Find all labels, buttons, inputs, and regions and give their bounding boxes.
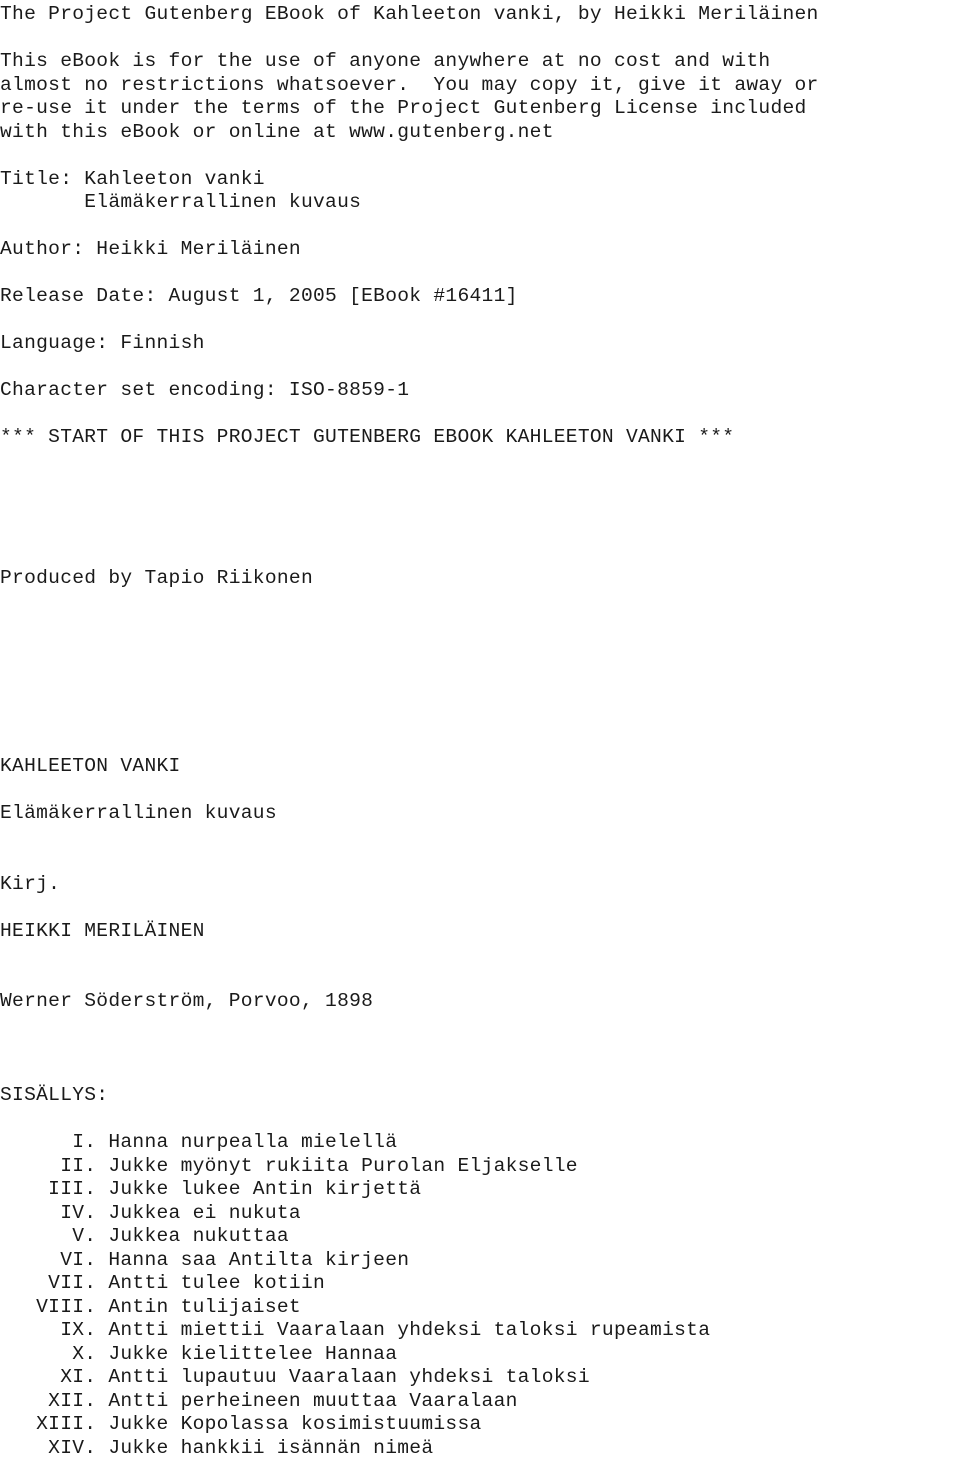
contents-heading: SISÄLLYS: bbox=[0, 1084, 109, 1106]
table-of-contents-list: I. Hanna nurpealla mielellä II. Jukke my… bbox=[36, 1131, 711, 1459]
license-paragraph-line-1: This eBook is for the use of anyone anyw… bbox=[0, 50, 771, 72]
metadata-author-line: Author: Heikki Meriläinen bbox=[0, 238, 301, 260]
metadata-release-date-line: Release Date: August 1, 2005 [EBook #164… bbox=[0, 285, 518, 307]
license-paragraph-line-2: almost no restrictions whatsoever. You m… bbox=[0, 73, 819, 96]
publisher-line: Werner Söderström, Porvoo, 1898 bbox=[0, 990, 374, 1012]
start-of-ebook-marker: *** START OF THIS PROJECT GUTENBERG EBOO… bbox=[0, 426, 735, 448]
ebook-text-body: The Project Gutenberg EBook of Kahleeton… bbox=[0, 3, 960, 1460]
book-title: KAHLEETON VANKI bbox=[0, 755, 181, 777]
license-paragraph-line-4: with this eBook or online at www.gutenbe… bbox=[0, 120, 554, 143]
producer-credit-line: Produced by Tapio Riikonen bbox=[0, 567, 313, 589]
document-page: The Project Gutenberg EBook of Kahleeton… bbox=[0, 0, 960, 1459]
metadata-language-line: Language: Finnish bbox=[0, 332, 205, 354]
license-paragraph-line-3: re-use it under the terms of the Project… bbox=[0, 97, 807, 119]
book-subtitle: Elämäkerrallinen kuvaus bbox=[0, 802, 277, 824]
metadata-title-line: Title: Kahleeton vanki bbox=[0, 167, 265, 190]
byline-label: Kirj. bbox=[0, 872, 61, 895]
gutenberg-banner-line: The Project Gutenberg EBook of Kahleeton… bbox=[0, 3, 819, 25]
book-author-name: HEIKKI MERILÄINEN bbox=[0, 919, 205, 942]
metadata-charset-line: Character set encoding: ISO-8859-1 bbox=[0, 379, 410, 401]
metadata-title-subline: Elämäkerrallinen kuvaus bbox=[0, 191, 362, 213]
